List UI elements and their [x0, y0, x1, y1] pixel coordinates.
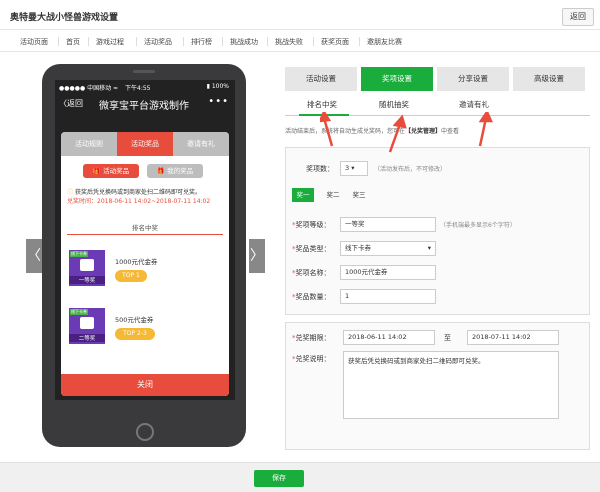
prize-qty-label: *奖品数量： [292, 293, 331, 301]
redeem-desc-textarea[interactable]: 获奖后凭兑换码或到商家处扫二维码即可兑奖。 [343, 351, 559, 419]
prize-form: 奖项数： 3 ▾ （活动发布后，不可修改） 奖一 奖二 奖三 *奖项等级： 一等… [285, 147, 590, 315]
prize-type-select[interactable]: 线下卡券 ▾ [340, 241, 436, 256]
battery-indicator: ▮ 100% [206, 83, 229, 90]
period-separator: 至 [444, 334, 451, 342]
phone-page-title: 微享宝平台游戏制作 [99, 101, 189, 112]
prize-tab-3[interactable]: 奖三 [348, 188, 370, 202]
prize-qty-input[interactable]: 1 [340, 289, 436, 304]
pill-my-prizes[interactable]: 🎁 我的奖品 [147, 164, 203, 178]
next-arrow-icon[interactable]: 〉 [249, 239, 265, 273]
prize-rank-badge: TOP 2-3 [115, 328, 155, 340]
pill-activity-prizes[interactable]: 🎁 活动奖品 [83, 164, 139, 178]
tab-prize-settings[interactable]: 奖项设置 [361, 67, 433, 91]
prize-image: 线下卡券 一等奖 [69, 250, 105, 286]
subtab-random-draw[interactable]: 随机抽奖 [379, 99, 409, 110]
gift-icon: 🎁 [156, 167, 168, 175]
tab-activity-settings[interactable]: 活动设置 [285, 67, 357, 91]
status-time: 下午4:55 [125, 85, 151, 92]
prize-count-hint: （活动发布后，不可修改） [374, 166, 447, 173]
nav-item-ranking[interactable]: 排行榜 [191, 37, 212, 47]
chevron-down-icon: ▾ [427, 244, 431, 252]
rank-divider [67, 234, 223, 235]
redeem-start-input[interactable]: 2018-06-11 14:02 [343, 330, 435, 345]
prize-tab-1[interactable]: 奖一 [292, 188, 314, 202]
prize-rank-badge: TOP 1 [115, 270, 147, 282]
rank-section-title: 排名中奖 [132, 224, 158, 232]
prize-tab-2[interactable]: 奖二 [322, 188, 344, 202]
nav-item-invite-friends[interactable]: 邀朋友比赛 [367, 37, 402, 47]
prev-arrow-icon[interactable]: 〈 [26, 239, 42, 273]
redeem-form: *兑奖期限： 2018-06-11 14:02 至 2018-07-11 14:… [285, 322, 590, 450]
prize-count-label: 奖项数： [306, 165, 334, 173]
gift-icon [80, 317, 94, 329]
prize-level-hint: （手机端最多显示6个字符） [440, 222, 516, 229]
more-icon[interactable]: ••• [208, 96, 229, 107]
prize-name: 1000元代金券 [115, 258, 158, 266]
back-button[interactable]: 返回 [562, 8, 594, 26]
redeem-time: 兑奖时间：2018-06-11 14:02~2018-07-11 14:02 [67, 198, 211, 205]
phone-screen: ●●●●● 中国移动 ≈ 下午4:55 ▮ 100% 〈返回 微享宝平台游戏制作… [55, 80, 235, 400]
nav-item-winner-page[interactable]: 获奖页面 [321, 37, 349, 47]
status-bar: ●●●●● 中国移动 ≈ 下午4:55 ▮ 100% [55, 80, 235, 92]
nav-item-fail[interactable]: 挑战失败 [275, 37, 303, 47]
subtab-invite-reward[interactable]: 邀请有礼 [459, 99, 489, 110]
prize-name-input[interactable]: 1000元代金券 [340, 265, 436, 280]
phone-home-button [136, 423, 154, 441]
top-nav: 活动页面 首页 游戏过程 活动奖品 排行榜 挑战成功 挑战失败 获奖页面 邀朋友… [0, 32, 600, 52]
prize-notice: ⓘ 获奖后凭兑换码或到商家处扫二维码即可兑奖。 兑奖时间：2018-06-11 … [67, 188, 225, 206]
settings-tabs: 活动设置 奖项设置 分享设置 高级设置 [285, 67, 590, 91]
prize-level-label: *奖项等级： [292, 221, 331, 229]
prize-modal: 活动规则 活动奖品 邀请有礼 🎁 活动奖品 🎁 我的奖品 ⓘ 获奖后凭兑换码或到… [61, 132, 229, 396]
nav-item-game-process[interactable]: 游戏过程 [96, 37, 124, 47]
carrier-signal: ●●●●● 中国移动 ≈ [59, 85, 119, 92]
nav-item-activity-page[interactable]: 活动页面 [20, 37, 48, 47]
warning-icon: ⓘ [67, 189, 74, 196]
gift-icon: 🎁 [92, 167, 104, 175]
subtab-rank-prize[interactable]: 排名中奖 [307, 99, 337, 110]
modal-tab-invite[interactable]: 邀请有礼 [173, 132, 229, 156]
save-button[interactable]: 保存 [254, 470, 304, 487]
tab-advanced-settings[interactable]: 高级设置 [513, 67, 585, 91]
redeem-desc-label: *兑奖说明： [292, 355, 331, 363]
prize-type-label: *奖品类型： [292, 245, 331, 253]
modal-tab-rules[interactable]: 活动规则 [61, 132, 117, 156]
phone-back-button[interactable]: 〈返回 [59, 98, 83, 109]
page-title: 奥特曼大战小怪兽游戏设置 [10, 13, 119, 23]
nav-item-home[interactable]: 首页 [66, 37, 80, 47]
gift-icon [80, 259, 94, 271]
phone-speaker [133, 70, 155, 73]
close-button[interactable]: 关闭 [61, 374, 229, 396]
tab-share-settings[interactable]: 分享设置 [437, 67, 509, 91]
redeem-period-label: *兑奖期限： [292, 334, 331, 342]
nav-item-prizes[interactable]: 活动奖品 [144, 37, 172, 47]
phone-title-bar: 〈返回 微享宝平台游戏制作 ••• [55, 92, 235, 114]
prize-count-select[interactable]: 3 ▾ [340, 161, 368, 176]
redeem-end-input[interactable]: 2018-07-11 14:02 [467, 330, 559, 345]
modal-tab-prizes[interactable]: 活动奖品 [117, 132, 173, 156]
prize-image: 线下卡券 二等奖 [69, 308, 105, 344]
nav-item-success[interactable]: 挑战成功 [230, 37, 258, 47]
prize-name: 500元代金券 [115, 316, 154, 324]
prize-name-label: *奖项名称： [292, 269, 331, 277]
prize-level-input[interactable]: 一等奖 [340, 217, 436, 232]
annotation-arrows [320, 112, 493, 153]
